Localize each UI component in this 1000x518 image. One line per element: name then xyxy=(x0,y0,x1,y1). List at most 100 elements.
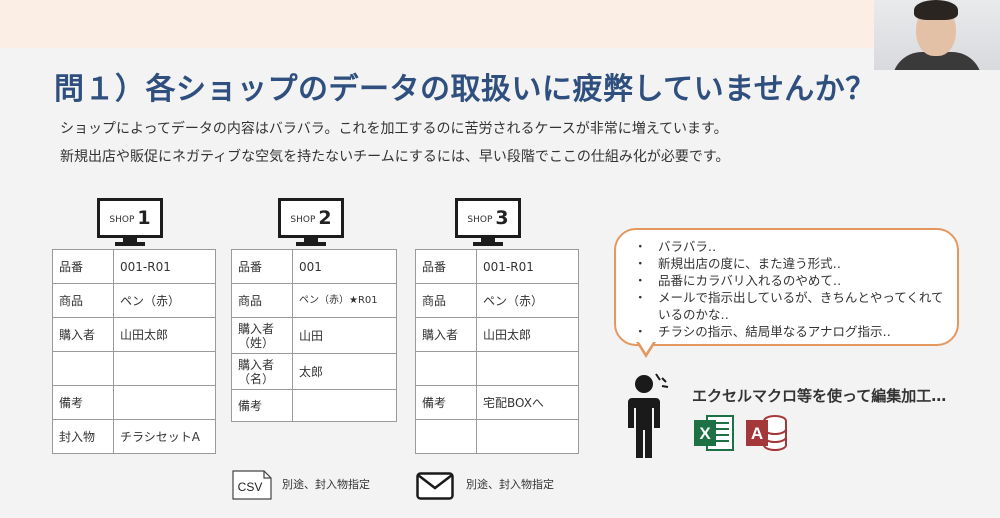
excel-macro-caption: エクセルマクロ等を使って編集加工… xyxy=(692,387,947,405)
monitor-base xyxy=(473,242,503,246)
table-row: 品番 001-R01 xyxy=(52,249,216,284)
table-row: 購入者 山田太郎 xyxy=(415,317,579,352)
table-row: 購入者 （名） 太郎 xyxy=(231,353,397,390)
shop-1-screen: SHOP 1 xyxy=(97,198,163,238)
table-row: 備考 xyxy=(231,389,397,422)
bubble-item: ・新規出店の度に、また違う形式‥ xyxy=(634,255,952,272)
bullet-dot: ・ xyxy=(634,290,647,305)
bullet-dot: ・ xyxy=(634,273,647,288)
bubble-item: ・バラバラ‥ xyxy=(634,238,952,255)
shop-3-table: 品番 001-R01 商品 ペン（赤） 購入者 山田太郎 備考 宅配BOXへ xyxy=(415,249,579,454)
table-value: ペン（赤） xyxy=(113,283,216,318)
table-key: 商品 xyxy=(231,283,293,318)
table-value: 山田 xyxy=(292,317,397,354)
webcam-video xyxy=(874,0,1000,70)
access-letter: A xyxy=(751,424,763,443)
table-value: 太郎 xyxy=(292,353,397,390)
shop-3-label: SHOP xyxy=(467,215,493,225)
access-icon: A xyxy=(746,415,787,451)
table-value: 001-R01 xyxy=(476,249,579,284)
bubble-item: ・メールで指示出しているが、きちんとやってくれているのかな‥ xyxy=(634,289,952,323)
presenter-hair xyxy=(914,0,958,20)
bullet-dot: ・ xyxy=(634,256,647,271)
mail-label: 別途、封入物指定 xyxy=(466,478,554,491)
shop-2-number: 2 xyxy=(318,207,332,229)
table-value: 001-R01 xyxy=(113,249,216,284)
slide-title: 問１）各ショップのデータの取扱いに疲弊していませんか？ xyxy=(54,72,876,107)
shop-2-screen: SHOP 2 xyxy=(278,198,344,238)
monitor-base xyxy=(296,242,326,246)
table-value: ペン（赤） xyxy=(476,283,579,318)
table-key: 封入物 xyxy=(52,419,114,454)
table-value: ペン（赤）★R01 xyxy=(292,283,397,318)
table-key: 備考 xyxy=(52,385,114,420)
confused-person-icon xyxy=(628,373,669,458)
table-value: 001 xyxy=(292,249,397,284)
key-line-1: 購入者 xyxy=(238,357,275,372)
envelope-icon xyxy=(416,472,454,500)
shop-3-screen: SHOP 3 xyxy=(455,198,521,238)
shop-3-number: 3 xyxy=(495,207,509,229)
bullet-dot: ・ xyxy=(634,239,647,254)
key-line-2: （姓） xyxy=(238,335,275,350)
shop-1-label: SHOP xyxy=(109,215,135,225)
bubble-item: ・品番にカラバリ入れるのやめて‥ xyxy=(634,272,952,289)
table-key: 品番 xyxy=(231,249,293,284)
bubble-item-text: 品番にカラバリ入れるのやめて‥ xyxy=(658,273,842,288)
table-row xyxy=(415,419,579,454)
table-value: 宅配BOXへ xyxy=(476,385,579,420)
csv-file-icon: CSV xyxy=(232,470,272,500)
table-value: 山田太郎 xyxy=(113,317,216,352)
table-value xyxy=(476,351,579,386)
excel-letter: X xyxy=(699,424,711,443)
bubble-item: ・チラシの指示、結局単なるアナログ指示‥ xyxy=(634,323,952,340)
table-row: 商品 ペン（赤） xyxy=(415,283,579,318)
bubble-tail-inner xyxy=(639,342,653,353)
table-row: 品番 001-R01 xyxy=(415,249,579,284)
table-row xyxy=(415,351,579,386)
bubble-item-text: メールで指示出しているが、きちんとやってくれているのかな‥ xyxy=(658,290,944,322)
shop-2-table: 品番 001 商品 ペン（赤）★R01 購入者 （姓） 山田 購入者 （名） 太郎 備考 xyxy=(231,249,397,422)
table-value xyxy=(113,351,216,386)
table-row: 購入者 （姓） 山田 xyxy=(231,317,397,354)
shop-1-table: 品番 001-R01 商品 ペン（赤） 購入者 山田太郎 備考 封入物 チラシセットA xyxy=(52,249,216,454)
monitor-base xyxy=(115,242,145,246)
shop-2-label: SHOP xyxy=(290,215,316,225)
table-value xyxy=(292,389,397,422)
bubble-item-text: 新規出店の度に、また違う形式‥ xyxy=(658,256,841,271)
table-key: 商品 xyxy=(415,283,477,318)
csv-label: 別途、封入物指定 xyxy=(282,478,370,491)
bubble-list: ・バラバラ‥ ・新規出店の度に、また違う形式‥ ・品番にカラバリ入れるのやめて‥… xyxy=(634,238,952,340)
top-band xyxy=(0,0,1000,48)
table-key: 購入者 xyxy=(415,317,477,352)
table-key: 購入者 （姓） xyxy=(231,317,293,354)
slide-subtitle-1: ショップによってデータの内容はバラバラ。これを加工するのに苦労されるケースが非常… xyxy=(60,121,728,137)
table-key: 購入者 （名） xyxy=(231,353,293,390)
table-value: 山田太郎 xyxy=(476,317,579,352)
table-value xyxy=(476,419,579,454)
table-key xyxy=(415,351,477,386)
csv-text: CSV xyxy=(238,480,263,494)
table-key: 備考 xyxy=(231,389,293,422)
slide-subtitle-2: 新規出店や販促にネガティブな空気を持たないチームにするには、早い段階でここの仕組… xyxy=(60,149,730,165)
table-row: 封入物 チラシセットA xyxy=(52,419,216,454)
table-key: 備考 xyxy=(415,385,477,420)
excel-icon: X xyxy=(694,415,734,451)
bubble-item-text: チラシの指示、結局単なるアナログ指示‥ xyxy=(658,324,891,339)
table-row: 備考 宅配BOXへ xyxy=(415,385,579,420)
table-row: 購入者 山田太郎 xyxy=(52,317,216,352)
key-line-1: 購入者 xyxy=(238,321,275,336)
table-row xyxy=(52,351,216,386)
table-row: 商品 ペン（赤）★R01 xyxy=(231,283,397,318)
table-value: チラシセットA xyxy=(113,419,216,454)
table-row: 商品 ペン（赤） xyxy=(52,283,216,318)
table-key: 品番 xyxy=(415,249,477,284)
table-key xyxy=(415,419,477,454)
table-key: 商品 xyxy=(52,283,114,318)
table-key xyxy=(52,351,114,386)
key-line-2: （名） xyxy=(238,371,275,386)
bullet-dot: ・ xyxy=(634,324,647,339)
speech-bubble: ・バラバラ‥ ・新規出店の度に、また違う形式‥ ・品番にカラバリ入れるのやめて‥… xyxy=(614,228,959,346)
table-key: 購入者 xyxy=(52,317,114,352)
table-row: 品番 001 xyxy=(231,249,397,284)
